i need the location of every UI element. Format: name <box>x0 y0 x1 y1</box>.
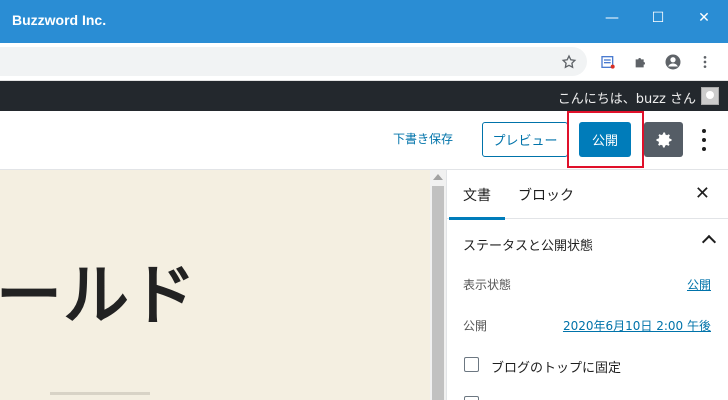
pending-checkbox[interactable] <box>464 396 479 400</box>
close-sidebar-button[interactable]: ✕ <box>695 183 710 204</box>
chevron-up-icon[interactable] <box>701 234 717 250</box>
save-draft-button[interactable]: 下書き保存 <box>393 130 453 147</box>
star-icon[interactable] <box>558 51 580 73</box>
scroll-thumb[interactable] <box>432 186 444 400</box>
sidebar-tabs: 文書 ブロック ✕ <box>447 170 728 220</box>
more-options-button[interactable] <box>695 125 713 155</box>
browser-titlebar: Buzzword Inc. — ☐ ✕ <box>0 0 728 43</box>
sticky-checkbox[interactable] <box>464 357 479 372</box>
publish-date-label: 公開 <box>463 319 488 333</box>
extension-list-icon[interactable] <box>597 51 619 73</box>
minimize-button[interactable]: — <box>598 8 626 28</box>
window-title: Buzzword Inc. <box>12 12 107 28</box>
settings-button[interactable] <box>644 122 683 157</box>
editor-canvas[interactable]: ールド <box>0 170 430 400</box>
puzzle-icon[interactable] <box>630 51 652 73</box>
visibility-label: 表示状態 <box>463 278 512 292</box>
close-window-button[interactable]: ✕ <box>690 8 718 28</box>
account-icon[interactable] <box>662 51 684 73</box>
address-bar[interactable] <box>0 47 587 76</box>
settings-sidebar: 文書 ブロック ✕ ステータスと公開状態 表示状態 公開 公開 2020年6月1… <box>446 170 728 400</box>
tab-document[interactable]: 文書 <box>449 185 505 220</box>
post-title[interactable]: ールド <box>0 242 197 338</box>
editor-header: 下書き保存 プレビュー 公開 <box>0 111 728 170</box>
browser-toolbar <box>0 43 728 81</box>
canvas-scrollbar[interactable] <box>430 170 446 400</box>
publish-date-link[interactable]: 2020年6月10日 2:00 午後 <box>563 317 711 334</box>
wp-admin-bar: こんにちは、buzz さん <box>0 81 728 111</box>
user-greeting[interactable]: こんにちは、buzz さん <box>558 88 696 107</box>
sticky-label: ブログのトップに固定 <box>491 361 622 376</box>
preview-button[interactable]: プレビュー <box>482 122 568 157</box>
scroll-up-icon[interactable] <box>433 174 443 180</box>
avatar[interactable] <box>701 87 719 105</box>
kebab-icon[interactable] <box>694 51 716 73</box>
panel-title[interactable]: ステータスと公開状態 <box>463 235 593 254</box>
text-fragment <box>50 392 150 395</box>
visibility-value-link[interactable]: 公開 <box>687 276 711 293</box>
tab-block[interactable]: ブロック <box>518 185 574 205</box>
publish-button[interactable]: 公開 <box>579 122 631 157</box>
gear-icon <box>656 132 671 147</box>
maximize-button[interactable]: ☐ <box>644 8 672 28</box>
